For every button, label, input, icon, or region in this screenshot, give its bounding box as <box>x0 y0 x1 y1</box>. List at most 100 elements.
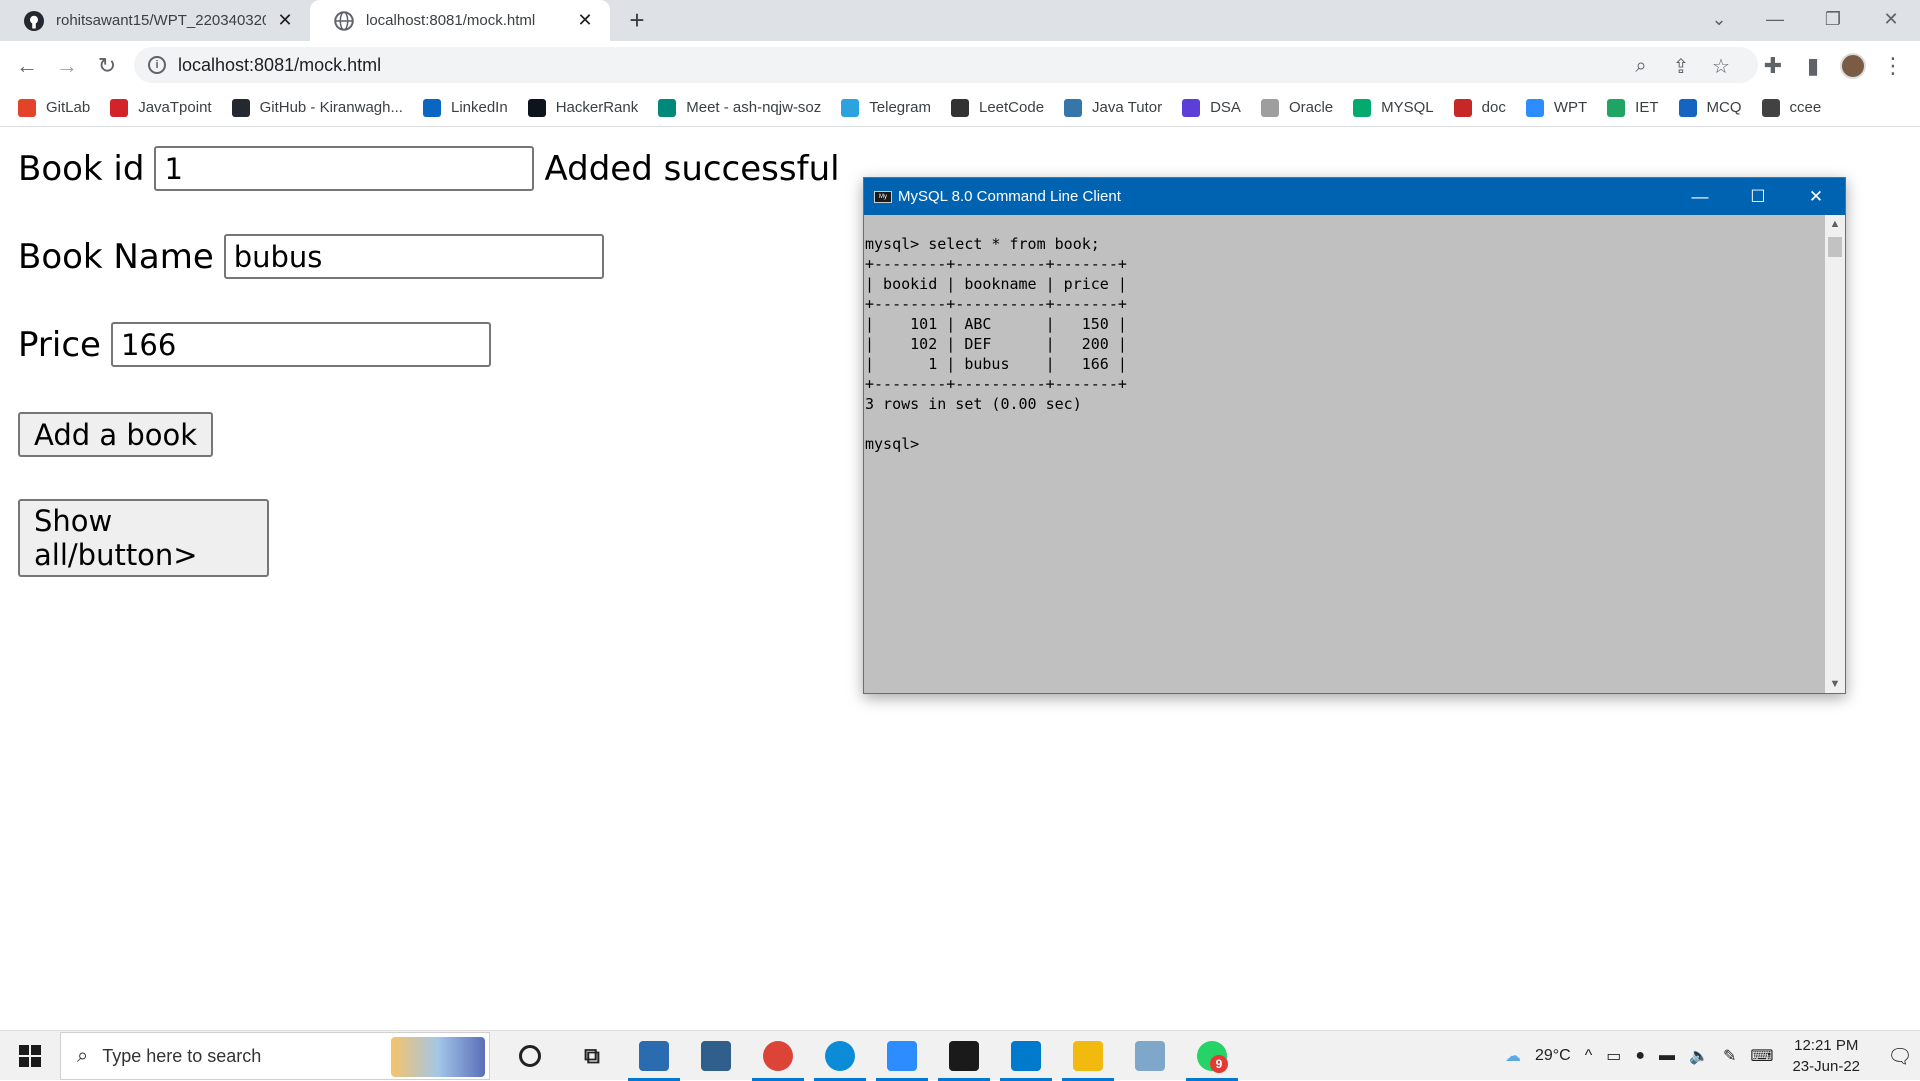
share-icon[interactable]: ⇪ <box>1668 53 1694 79</box>
bookmark-1[interactable]: JavaTpoint <box>110 98 212 117</box>
taskbar-app-mysql-console[interactable] <box>934 1031 994 1081</box>
side-panel-icon[interactable]: ▮ <box>1798 51 1828 81</box>
linkedin-icon <box>422 98 441 117</box>
bookmark-7[interactable]: LeetCode <box>950 98 1044 117</box>
console-line: 3 rows in set (0.00 sec) <box>865 395 1082 413</box>
taskbar-app-file-explorer[interactable] <box>1058 1031 1118 1081</box>
console-title: MySQL 8.0 Command Line Client <box>898 188 1121 205</box>
console-line: mysql> select * from book; <box>865 235 1100 253</box>
console-close-button[interactable]: ✕ <box>1787 178 1845 215</box>
bookmark-14[interactable]: IET <box>1607 98 1659 117</box>
taskbar-app-zoom[interactable] <box>872 1031 932 1081</box>
console-line: | 1 | bubus | 166 | <box>865 355 1127 373</box>
taskbar-search[interactable]: ⌕ Type here to search <box>60 1032 490 1080</box>
bookmark-15[interactable]: MCQ <box>1678 98 1742 117</box>
bookmark-2[interactable]: GitHub - Kiranwagh... <box>231 98 403 117</box>
menu-dots-icon[interactable]: ⋮ <box>1878 51 1908 81</box>
taskbar-app-chrome[interactable] <box>748 1031 808 1081</box>
zoom-icon <box>1525 98 1544 117</box>
taskbar-app-notepad[interactable] <box>624 1031 684 1081</box>
restore-button[interactable]: ❐ <box>1804 0 1862 38</box>
tab-search-icon[interactable]: ⌄ <box>1690 0 1748 38</box>
console-output[interactable]: mysql> select * from book; +--------+----… <box>864 215 1824 693</box>
new-tab-button[interactable]: + <box>624 7 650 34</box>
url-text[interactable]: localhost:8081/mock.html <box>178 55 381 76</box>
notepad-icon <box>639 1041 669 1071</box>
bookmark-0[interactable]: GitLab <box>18 98 90 117</box>
site-info-icon[interactable]: i <box>148 56 166 74</box>
bookid-input[interactable]: 1 <box>154 146 535 191</box>
tab-mock-html[interactable]: localhost:8081/mock.html ✕ <box>310 0 610 41</box>
back-arrow-icon[interactable]: ← <box>12 51 42 81</box>
bookmark-9[interactable]: DSA <box>1182 98 1241 117</box>
console-line: | 102 | DEF | 200 | <box>865 335 1127 353</box>
bookmark-12[interactable]: doc <box>1453 98 1506 117</box>
taskbar-app-whatsapp[interactable]: 9 <box>1182 1031 1242 1081</box>
microphone-icon[interactable]: ● <box>1635 1047 1645 1065</box>
bookmark-13[interactable]: WPT <box>1525 98 1588 117</box>
minimize-button[interactable]: — <box>1746 0 1804 38</box>
volume-icon[interactable]: 🔈 <box>1689 1046 1709 1066</box>
taskbar-app-mysql-workbench[interactable] <box>686 1031 746 1081</box>
clock-date: 23-Jun-22 <box>1792 1058 1860 1075</box>
tab-github-repo[interactable]: rohitsawant15/WPT_2203403200 ✕ <box>0 0 310 41</box>
scroll-thumb[interactable] <box>1828 237 1842 257</box>
bookmark-5[interactable]: Meet - ash-nqjw-soz <box>658 98 821 117</box>
price-input[interactable]: 166 <box>110 322 491 367</box>
search-placeholder: Type here to search <box>102 1045 262 1066</box>
console-scrollbar[interactable]: ▲ ▼ <box>1825 215 1845 693</box>
console-minimize-button[interactable]: — <box>1671 178 1729 215</box>
console-title-bar[interactable]: My MySQL 8.0 Command Line Client — ☐ ✕ <box>864 178 1845 215</box>
bookmark-label: GitHub - Kiranwagh... <box>259 99 403 116</box>
bookmark-label: HackerRank <box>555 99 639 116</box>
close-window-button[interactable]: ✕ <box>1862 0 1920 38</box>
notifications-icon[interactable]: 🗨 <box>1880 1031 1920 1081</box>
scroll-down-icon[interactable]: ▼ <box>1825 675 1845 693</box>
taskbar-app-app[interactable] <box>1120 1031 1180 1081</box>
bookmark-16[interactable]: ccee <box>1761 98 1821 117</box>
github-icon <box>231 98 250 117</box>
weather-temp[interactable]: 29°C <box>1535 1047 1571 1065</box>
taskbar-app-cortana[interactable] <box>500 1031 560 1081</box>
keyboard-icon[interactable]: ⌨ <box>1750 1046 1773 1066</box>
bookmark-label: Telegram <box>869 99 931 116</box>
bookmark-star-icon[interactable]: ☆ <box>1708 53 1734 79</box>
chevron-up-icon[interactable]: ^ <box>1585 1047 1593 1065</box>
clock[interactable]: 12:21 PM 23-Jun-22 <box>1792 1035 1860 1077</box>
show-all-button[interactable]: Show all/button> <box>18 499 269 577</box>
zoom-icon <box>887 1041 917 1071</box>
profile-avatar[interactable] <box>1838 51 1868 81</box>
bookmark-3[interactable]: LinkedIn <box>422 98 508 117</box>
mysql-console-window[interactable]: My MySQL 8.0 Command Line Client — ☐ ✕ m… <box>863 177 1846 694</box>
forward-arrow-icon[interactable]: → <box>52 51 82 81</box>
bookmark-11[interactable]: MYSQL <box>1353 98 1434 117</box>
bookmark-4[interactable]: HackerRank <box>527 98 639 117</box>
bookmark-6[interactable]: Telegram <box>841 98 931 117</box>
network-icon[interactable]: ▭ <box>1606 1046 1621 1066</box>
reload-icon[interactable]: ↻ <box>92 51 122 81</box>
taskbar-app-vscode[interactable] <box>996 1031 1056 1081</box>
extensions-puzzle-icon[interactable]: ✚ <box>1758 51 1788 81</box>
bookmark-10[interactable]: Oracle <box>1260 98 1333 117</box>
close-tab-icon[interactable]: ✕ <box>574 10 596 32</box>
add-book-button[interactable]: Add a book <box>18 412 214 457</box>
bookname-label: Book Name <box>18 236 214 277</box>
weather-icon[interactable]: ☁ <box>1505 1046 1521 1066</box>
pen-icon[interactable]: ✎ <box>1723 1046 1736 1066</box>
bookid-label: Book id <box>18 148 145 189</box>
console-maximize-button[interactable]: ☐ <box>1729 178 1787 215</box>
console-line: +--------+----------+-------+ <box>865 295 1127 313</box>
start-button[interactable] <box>0 1031 60 1081</box>
zoom-magnifier-icon[interactable]: ⌕ <box>1628 53 1654 79</box>
bookmark-label: WPT <box>1553 99 1588 116</box>
bookmark-8[interactable]: Java Tutor <box>1064 98 1162 117</box>
address-bar[interactable]: i localhost:8081/mock.html ⌕ ⇪ ☆ <box>134 47 1758 83</box>
taskbar-app-task-view[interactable]: ⧉ <box>562 1031 622 1081</box>
battery-icon[interactable]: ▬ <box>1659 1047 1675 1065</box>
windows-logo-icon <box>19 1045 41 1067</box>
bookname-input[interactable]: bubus <box>223 234 604 279</box>
pen-icon <box>1453 98 1472 117</box>
taskbar-app-edge[interactable] <box>810 1031 870 1081</box>
close-tab-icon[interactable]: ✕ <box>274 10 296 32</box>
scroll-up-icon[interactable]: ▲ <box>1825 215 1845 233</box>
